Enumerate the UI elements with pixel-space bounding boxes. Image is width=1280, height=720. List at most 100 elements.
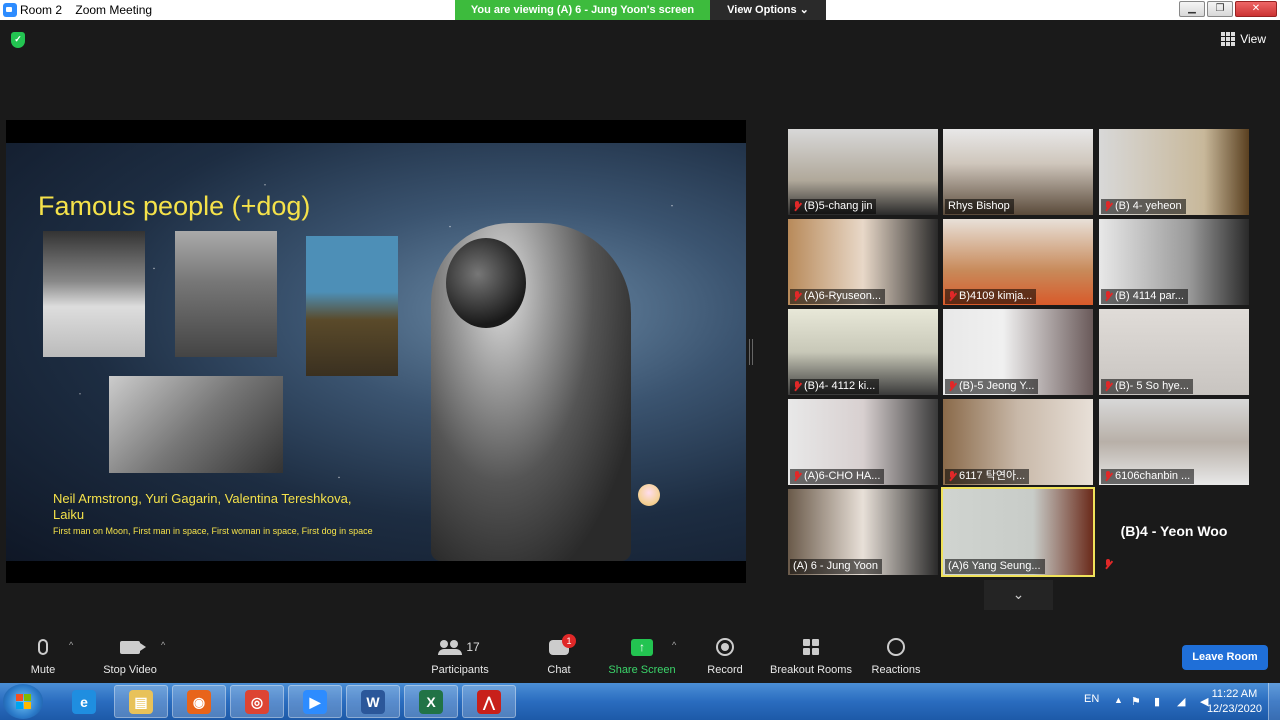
participant-name: (B)-5 Jeong Y... xyxy=(959,380,1035,392)
excel-icon: X xyxy=(419,689,443,714)
taskbar-acrobat[interactable]: ⋀ xyxy=(462,685,516,718)
wifi-signal-icon[interactable]: ◢ xyxy=(1177,695,1189,708)
participant-name: (B)4 - Yeon Woo xyxy=(1120,523,1228,539)
grid-view-icon xyxy=(1221,32,1236,46)
participant-name-label: (B)5-chang jin xyxy=(790,199,877,214)
taskbar-zoom[interactable]: ▶ xyxy=(288,685,342,718)
taskbar-excel[interactable]: X xyxy=(404,685,458,718)
participant-name-label: (A)6 Yang Seung... xyxy=(945,559,1045,574)
participant-name-label: (B)- 5 So hye... xyxy=(1101,379,1193,394)
participant-tile[interactable]: (A)6-Ryuseon... xyxy=(788,219,938,305)
participant-tile[interactable]: (B) 4- yeheon xyxy=(1099,129,1249,215)
show-desktop-button[interactable] xyxy=(1268,683,1280,720)
presentation-slide: Famous people (+dog) Neil Armstrong, Yur… xyxy=(6,143,746,561)
share-screen-icon: ↑ xyxy=(631,638,653,656)
minimize-button[interactable]: ▁ xyxy=(1179,1,1205,17)
breakout-rooms-icon xyxy=(803,639,819,655)
participant-tile[interactable]: (A)6-CHO HA... xyxy=(788,399,938,485)
participant-name-label: (B)4- 4112 ki... xyxy=(790,379,880,394)
slide-caption-text: First man on Moon, First man in space, F… xyxy=(53,526,373,536)
share-options-caret[interactable]: ^ xyxy=(672,640,676,650)
participant-tile[interactable]: (A)6 Yang Seung... xyxy=(941,487,1095,577)
window-controls: ▁ ❐ ✕ xyxy=(1179,1,1277,17)
room-label: Room 2 xyxy=(20,3,63,17)
gallery-next-page-button[interactable]: ⌄ xyxy=(984,580,1053,610)
armstrong-photo xyxy=(43,231,145,357)
microphone-icon xyxy=(38,639,48,655)
start-button[interactable] xyxy=(3,684,43,719)
participant-name-label: Rhys Bishop xyxy=(945,199,1014,214)
participant-tile[interactable]: (B)5-chang jin xyxy=(788,129,938,215)
taskbar-word[interactable]: W xyxy=(346,685,400,718)
video-options-caret[interactable]: ^ xyxy=(161,640,165,650)
close-button[interactable]: ✕ xyxy=(1235,1,1277,17)
participant-name-label: B)4109 kimja... xyxy=(945,289,1037,304)
participant-tile[interactable]: 6106chanbin ... xyxy=(1099,399,1249,485)
breakout-rooms-button[interactable]: Breakout Rooms xyxy=(768,634,854,676)
action-center-flag-icon[interactable]: ⚑ xyxy=(1131,695,1143,708)
mic-muted-icon xyxy=(793,381,801,392)
participant-tile[interactable]: (B)4- 4112 ki... xyxy=(788,309,938,395)
participant-tile-no-video[interactable]: (B)4 - Yeon Woo xyxy=(1099,489,1249,575)
view-toggle-button[interactable]: View xyxy=(1221,32,1266,46)
clock[interactable]: 11:22 AM 12/23/2020 xyxy=(1207,687,1262,717)
panel-resize-handle[interactable] xyxy=(749,339,753,365)
language-indicator[interactable]: EN xyxy=(1084,693,1099,705)
encryption-shield-icon[interactable]: ✓ xyxy=(11,32,25,48)
network-icon[interactable]: ▮ xyxy=(1154,695,1166,708)
share-screen-button[interactable]: ↑ Share Screen xyxy=(606,634,678,676)
participant-tile[interactable]: 6117 탁연아... xyxy=(943,399,1093,485)
tray-expand-icon[interactable]: ▲ xyxy=(1114,695,1126,707)
participant-tile[interactable]: (A) 6 - Jung Yoon xyxy=(788,489,938,575)
chrome-icon: ◎ xyxy=(245,689,269,714)
taskbar-internet-explorer[interactable]: e xyxy=(57,685,111,718)
participant-name: (A)6-CHO HA... xyxy=(804,470,881,482)
participant-tile[interactable]: (B) 4114 par... xyxy=(1099,219,1249,305)
zoom-meeting-window: Room 2 Zoom Meeting You are viewing (A) … xyxy=(0,0,1280,720)
participant-tile[interactable]: (B)- 5 So hye... xyxy=(1099,309,1249,395)
mute-button[interactable]: Mute xyxy=(24,634,62,676)
tereshkova-photo xyxy=(306,236,398,376)
participants-button[interactable]: 17 Participants xyxy=(428,634,492,676)
mic-muted-icon xyxy=(793,201,801,212)
zoom-app-icon xyxy=(3,3,17,17)
mic-muted-icon xyxy=(1104,471,1112,482)
participant-name-label: (A) 6 - Jung Yoon xyxy=(790,559,883,574)
zoom-icon: ▶ xyxy=(303,689,327,714)
mic-muted-icon xyxy=(1104,381,1112,392)
internet-explorer-icon: e xyxy=(72,689,96,714)
stop-video-button[interactable]: Stop Video xyxy=(98,634,162,676)
taskbar-file-explorer[interactable]: ▤ xyxy=(114,685,168,718)
taskbar-firefox[interactable]: ◉ xyxy=(172,685,226,718)
app-title: Zoom Meeting xyxy=(75,3,153,17)
windows-logo-icon xyxy=(16,694,31,709)
slide-title: Famous people (+dog) xyxy=(38,191,311,221)
slide-names-text: Neil Armstrong, Yuri Gagarin, Valentina … xyxy=(53,491,352,522)
record-button[interactable]: Record xyxy=(704,634,746,676)
record-icon xyxy=(716,638,734,656)
audio-options-caret[interactable]: ^ xyxy=(69,640,73,650)
participant-name: (B) 4114 par... xyxy=(1115,290,1184,302)
participant-name: Rhys Bishop xyxy=(948,200,1010,212)
taskbar-chrome[interactable]: ◎ xyxy=(230,685,284,718)
reactions-icon xyxy=(887,638,905,656)
windows-taskbar: e ▤ ◉ ◎ ▶ W X ⋀ EN ▲ ⚑ ▮ ◢ ◀ 11:22 AM 12/23/202… xyxy=(0,683,1280,720)
view-options-button[interactable]: View Options ⌄ xyxy=(710,0,826,20)
leave-room-button[interactable]: Leave Room xyxy=(1182,645,1268,670)
participant-tile[interactable]: B)4109 kimja... xyxy=(943,219,1093,305)
chat-button[interactable]: 1 Chat xyxy=(540,633,578,676)
clock-time: 11:22 AM xyxy=(1211,688,1258,700)
chat-unread-badge: 1 xyxy=(562,633,576,648)
maximize-button[interactable]: ❐ xyxy=(1207,1,1233,17)
participant-name: (B)- 5 So hye... xyxy=(1115,380,1189,392)
chat-icon: 1 xyxy=(549,633,576,655)
participant-name-label: 6106chanbin ... xyxy=(1101,469,1195,484)
reactions-button[interactable]: Reactions xyxy=(870,634,922,676)
participant-tile[interactable]: Rhys Bishop xyxy=(943,129,1093,215)
participant-name: B)4109 kimja... xyxy=(959,290,1033,302)
firefox-icon: ◉ xyxy=(187,689,211,714)
dog-capsule-photo xyxy=(109,376,283,473)
participant-tile[interactable]: (B)-5 Jeong Y... xyxy=(943,309,1093,395)
shared-screen[interactable]: Famous people (+dog) Neil Armstrong, Yur… xyxy=(6,120,746,583)
participant-name-label: (B)-5 Jeong Y... xyxy=(945,379,1039,394)
